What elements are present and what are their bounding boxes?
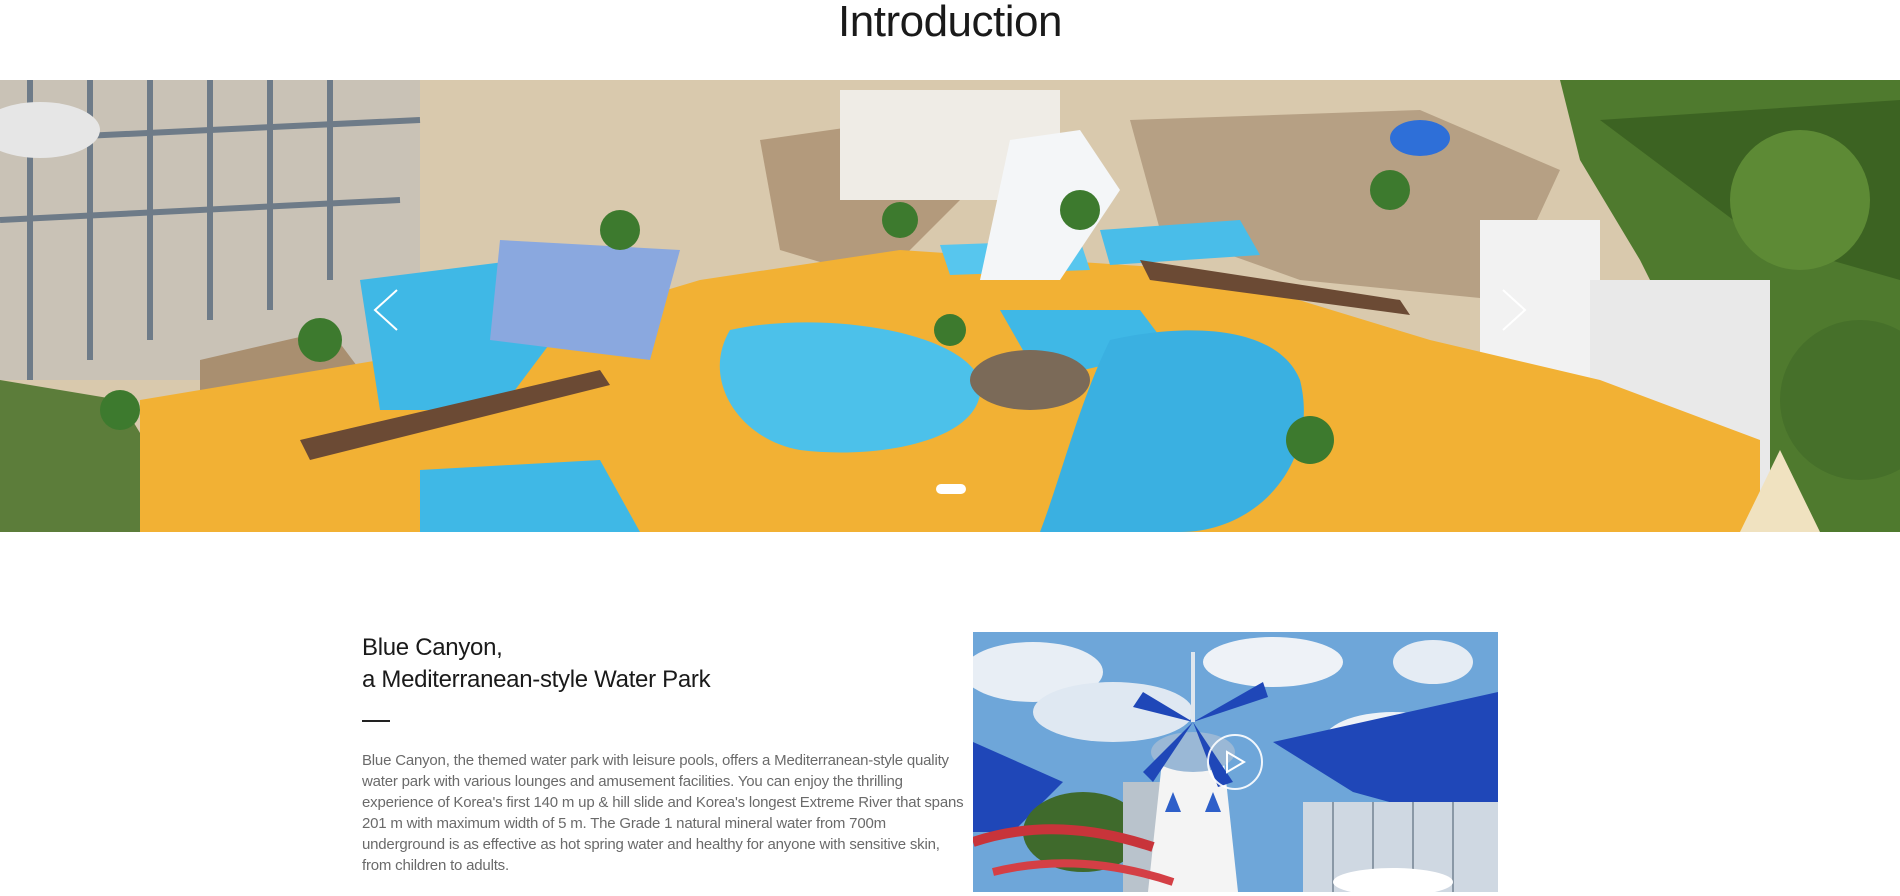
video-thumbnail[interactable] bbox=[973, 632, 1498, 892]
carousel-pagination bbox=[936, 484, 966, 494]
play-icon bbox=[1226, 750, 1246, 774]
page-title: Introduction bbox=[838, 0, 1062, 46]
intro-heading: Blue Canyon, a Mediterranean-style Water… bbox=[362, 632, 972, 696]
intro-section: Blue Canyon, a Mediterranean-style Water… bbox=[362, 632, 972, 876]
intro-heading-line2: a Mediterranean-style Water Park bbox=[362, 666, 711, 693]
intro-body: Blue Canyon, the themed water park with … bbox=[362, 752, 964, 874]
hero-carousel[interactable] bbox=[0, 80, 1900, 532]
video-play-button[interactable] bbox=[1207, 734, 1263, 790]
hero-image bbox=[0, 80, 1900, 532]
carousel-dot-active[interactable] bbox=[936, 484, 966, 494]
heading-divider bbox=[362, 720, 390, 722]
carousel-next-button[interactable] bbox=[1494, 280, 1534, 340]
intro-heading-line1: Blue Canyon, bbox=[362, 634, 503, 661]
chevron-right-icon bbox=[1502, 289, 1527, 331]
chevron-left-icon bbox=[373, 289, 398, 331]
carousel-prev-button[interactable] bbox=[366, 280, 406, 340]
